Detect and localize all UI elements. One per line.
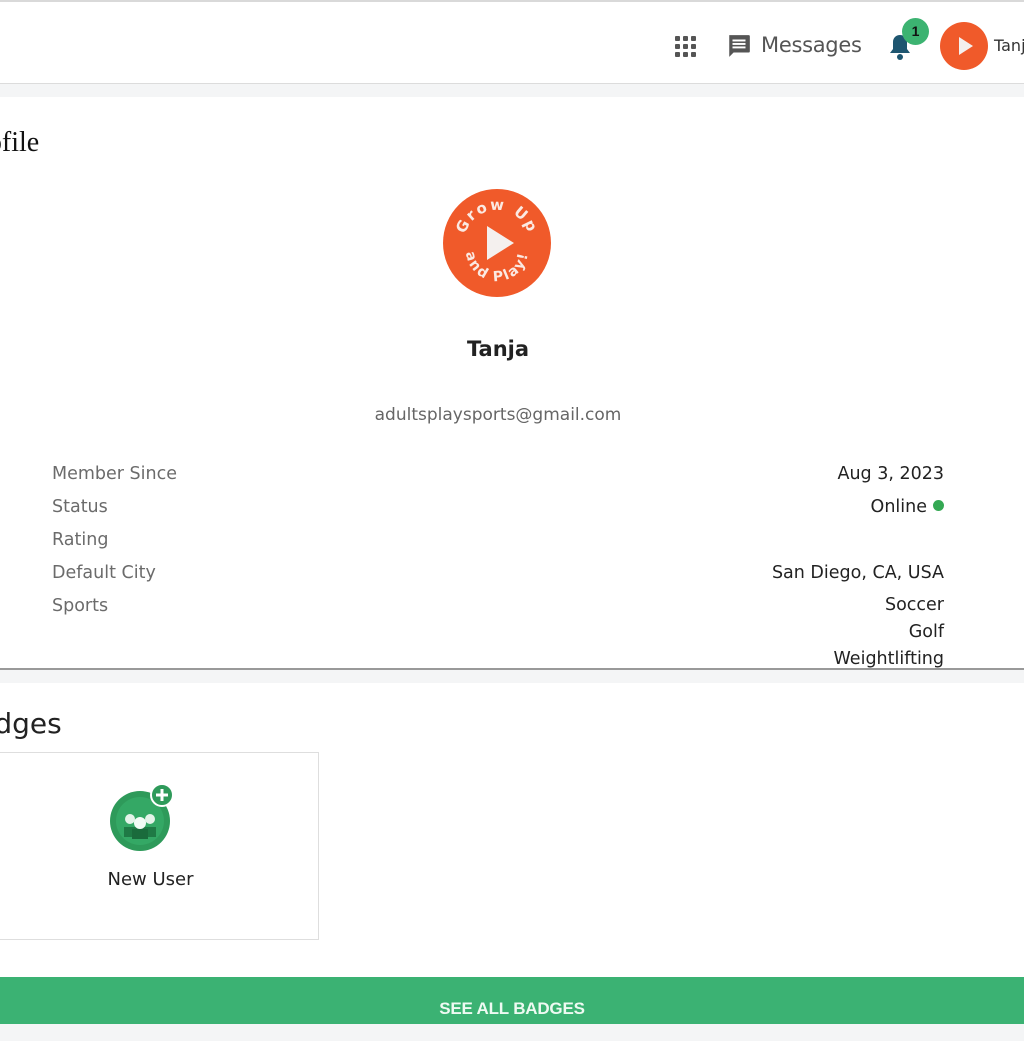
sports-list: Soccer Golf Weightlifting Pickleball — [833, 592, 944, 669]
sport-item: Soccer — [884, 595, 944, 615]
online-status-dot-icon — [933, 499, 944, 511]
member-since-label: Member Since — [52, 464, 177, 484]
see-all-badges-button[interactable]: SEE ALL BADGES — [0, 977, 1024, 1024]
status-label: Status — [52, 497, 108, 517]
user-name[interactable]: Tanja — [994, 36, 1024, 55]
user-avatar[interactable] — [939, 21, 989, 71]
profile-email: adultsplaysports@gmail.com — [374, 405, 622, 425]
member-since-value: Aug 3, 2023 — [837, 464, 944, 484]
default-city-value: San Diego, CA, USA — [771, 563, 944, 583]
badges-heading: Badges — [0, 707, 62, 740]
messages-link[interactable]: Messages — [761, 33, 862, 57]
profile-name: Tanja — [466, 337, 530, 361]
badge-label: New User — [107, 869, 194, 890]
message-icon[interactable] — [726, 33, 752, 59]
rating-label: Rating — [52, 530, 109, 550]
profile-card: Profile Grow Up and Play! Tanja adultspl… — [0, 97, 1024, 670]
notification-count-badge: 1 — [902, 18, 929, 45]
badges-card: Badges New User — [0, 683, 1024, 977]
apps-grid-icon[interactable] — [675, 36, 696, 57]
status-value: Online — [870, 497, 927, 517]
sports-label: Sports — [52, 596, 109, 616]
default-city-label: Default City — [52, 563, 156, 583]
new-user-badge-icon — [110, 783, 174, 851]
profile-avatar-logo: Grow Up and Play! — [443, 189, 551, 297]
status-value-wrap: Online — [871, 497, 944, 517]
sport-item: Golf — [908, 622, 944, 642]
badge-tile-new-user[interactable]: New User — [0, 752, 319, 940]
sport-item: Weightlifting — [833, 649, 944, 669]
profile-heading: Profile — [0, 127, 40, 158]
top-navigation-bar: Messages 1 Tanja — [0, 0, 1024, 84]
